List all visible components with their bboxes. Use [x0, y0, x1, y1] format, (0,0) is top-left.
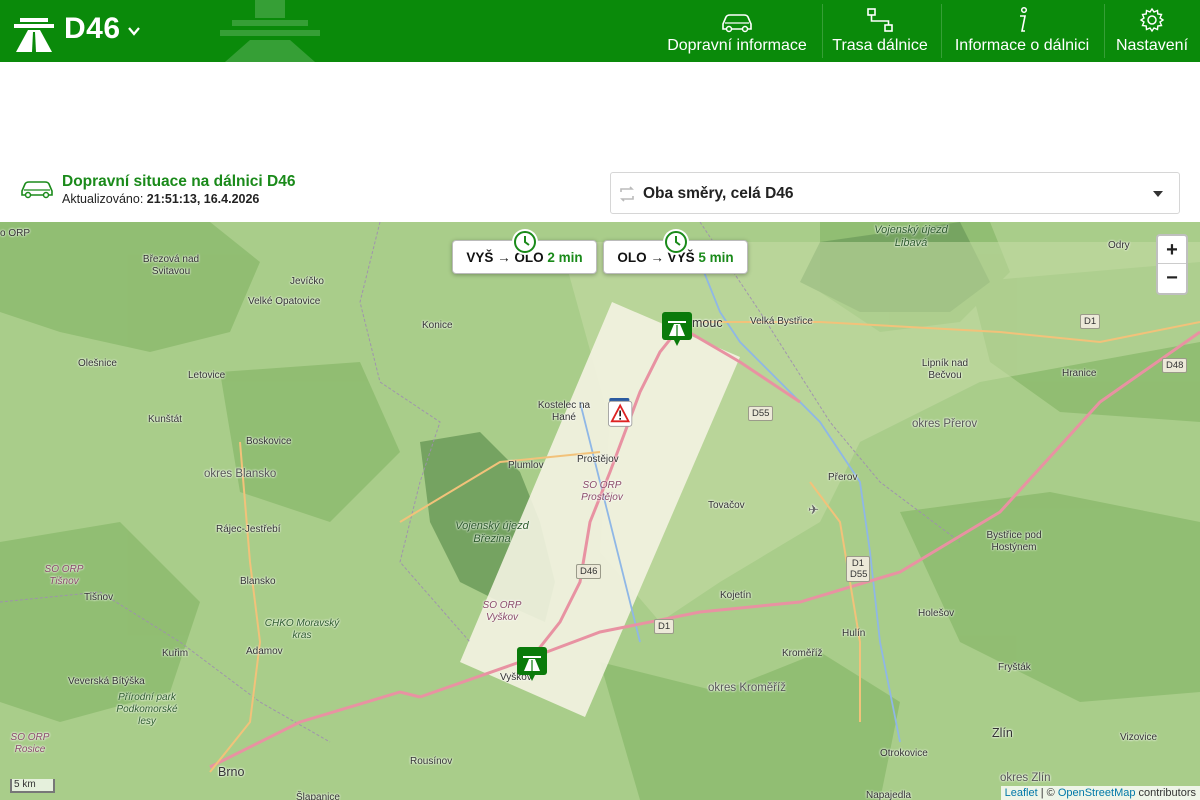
map-label: Vizovice [1120, 732, 1158, 743]
map-label: Boskovice [246, 436, 292, 447]
map-label: Fryšták [998, 662, 1031, 673]
zoom-in-button[interactable]: + [1158, 236, 1186, 264]
map-label: Přírodní park Podkomorské lesy [116, 692, 178, 727]
map-label: okres Kroměříž [708, 682, 786, 694]
map-label: o ORP [0, 228, 31, 239]
map-label: SO ORP Vyškov [482, 600, 522, 623]
nav-traffic-info[interactable]: Dopravní informace [660, 0, 814, 62]
map-label: CHKO Moravský kras [264, 618, 340, 641]
route-icon [867, 8, 893, 32]
map-label: Rousínov [410, 756, 453, 767]
map-label: Tišnov [84, 592, 114, 603]
map-scale: 5 km [10, 779, 55, 793]
road-shield: D1 [1080, 314, 1101, 329]
traffic-info-bar: Dopravní situace na dálnici D46 Aktualiz… [0, 162, 1200, 222]
map-label: okres Blansko [204, 468, 277, 480]
traffic-map[interactable]: o ORP Březová nad Svitavou Jevíčko Velké… [0, 222, 1200, 800]
info-icon [1020, 6, 1028, 32]
direction-select-value: Oba směry, celá D46 [643, 185, 794, 202]
highway-watermark-icon [220, 0, 320, 62]
map-label: Velké Opatovice [248, 296, 321, 307]
map-label: Tovačov [708, 500, 745, 511]
osm-link[interactable]: OpenStreetMap [1058, 787, 1136, 799]
highway-title[interactable]: D46 [64, 12, 121, 46]
map-label: SO ORP Prostějov [581, 480, 623, 503]
zoom-out-button[interactable]: − [1158, 264, 1186, 292]
app-header: D46 Dopravní informace Trasa dálnice Inf… [0, 0, 1200, 62]
map-label: mouc [692, 316, 723, 330]
map-label: Kojetín [720, 590, 752, 601]
map-label: Olešnice [78, 358, 117, 369]
traffic-warning-marker-icon[interactable] [606, 398, 636, 428]
highway-start-marker-icon[interactable] [662, 312, 692, 346]
map-label: Bystřice pod Hostýnem [986, 530, 1042, 553]
map-label: SO ORP Tišnov [44, 564, 84, 587]
travel-time-olo-vys[interactable]: OLO → VYŠ 5 min [603, 229, 748, 274]
map-label: Lipník nad Bečvou [921, 358, 969, 381]
road-shield: D55 [748, 406, 774, 421]
map-label: Šlapanice [296, 792, 340, 800]
nav-separator [822, 4, 823, 58]
road-shield: D46 [576, 564, 602, 579]
leaflet-link[interactable]: Leaflet [1005, 787, 1038, 799]
map-label: Kuřim [162, 648, 189, 659]
map-label: Veverská Bítýška [68, 676, 145, 687]
nav-separator [1104, 4, 1105, 58]
swap-directions-icon [620, 186, 634, 202]
car-icon [722, 14, 752, 33]
nav-highway-route[interactable]: Trasa dálnice [826, 0, 934, 62]
highway-logo-icon[interactable] [14, 10, 54, 52]
map-label: Brno [218, 765, 245, 779]
gear-icon [1139, 7, 1165, 33]
map-label: okres Zlín [1000, 772, 1051, 784]
nav-separator [941, 4, 942, 58]
zoom-control: + − [1156, 234, 1188, 295]
map-label: Adamov [246, 646, 283, 657]
highway-end-marker-icon[interactable] [517, 647, 547, 681]
map-label: Holešov [918, 608, 955, 619]
nav-settings[interactable]: Nastavení [1108, 0, 1196, 62]
map-label: Blansko [240, 576, 276, 587]
map-label: Velká Bystřice [750, 316, 813, 327]
road-shield: D1 [654, 619, 675, 634]
map-label: Plumlov [508, 460, 544, 471]
car-icon [21, 181, 53, 199]
map-label: Březová nad Svitavou [142, 254, 200, 277]
traffic-situation-title: Dopravní situace na dálnici D46 [62, 173, 296, 190]
dropdown-caret-icon [1153, 191, 1163, 197]
map-label: Vojenský újezd Březina [455, 520, 529, 545]
last-updated: Aktualizováno: 21:51:13, 16.4.2026 [62, 192, 260, 206]
map-label: Napajedla [866, 790, 912, 800]
map-label: Odry [1108, 240, 1130, 251]
map-label: Konice [422, 320, 453, 331]
map-label: okres Přerov [912, 418, 978, 430]
map-attribution: Leaflet | © OpenStreetMap contributors [1000, 786, 1200, 800]
map-label: Rájec-Jestřebí [216, 524, 281, 535]
map-label: Hulín [842, 628, 866, 639]
map-label: Hranice [1062, 368, 1097, 379]
map-label: Otrokovice [880, 748, 928, 759]
map-label: Kunštát [148, 414, 182, 425]
airport-icon: ✈ [808, 502, 819, 517]
map-label: Prostějov [577, 454, 619, 465]
map-label: Vojenský újezd Libavá [874, 224, 948, 249]
chevron-down-icon[interactable] [127, 24, 141, 38]
map-label: Letovice [188, 370, 226, 381]
map-label: SO ORP Rosice [10, 732, 50, 755]
clock-icon [511, 229, 538, 255]
travel-time-vys-olo[interactable]: VYŠ → OLO 2 min [452, 229, 597, 274]
road-shield: D1 D55 [846, 556, 870, 582]
map-label: Jevíčko [290, 276, 324, 287]
map-label: Přerov [828, 472, 858, 483]
road-shield: D48 [1162, 358, 1188, 373]
clock-icon [662, 229, 689, 255]
map-label: Kroměříž [782, 648, 823, 659]
nav-highway-info[interactable]: Informace o dálnici [945, 0, 1099, 62]
map-label: Kostelec na Hané [537, 400, 591, 423]
direction-select[interactable]: Oba směry, celá D46 [610, 172, 1180, 214]
map-label: Zlín [992, 726, 1013, 740]
